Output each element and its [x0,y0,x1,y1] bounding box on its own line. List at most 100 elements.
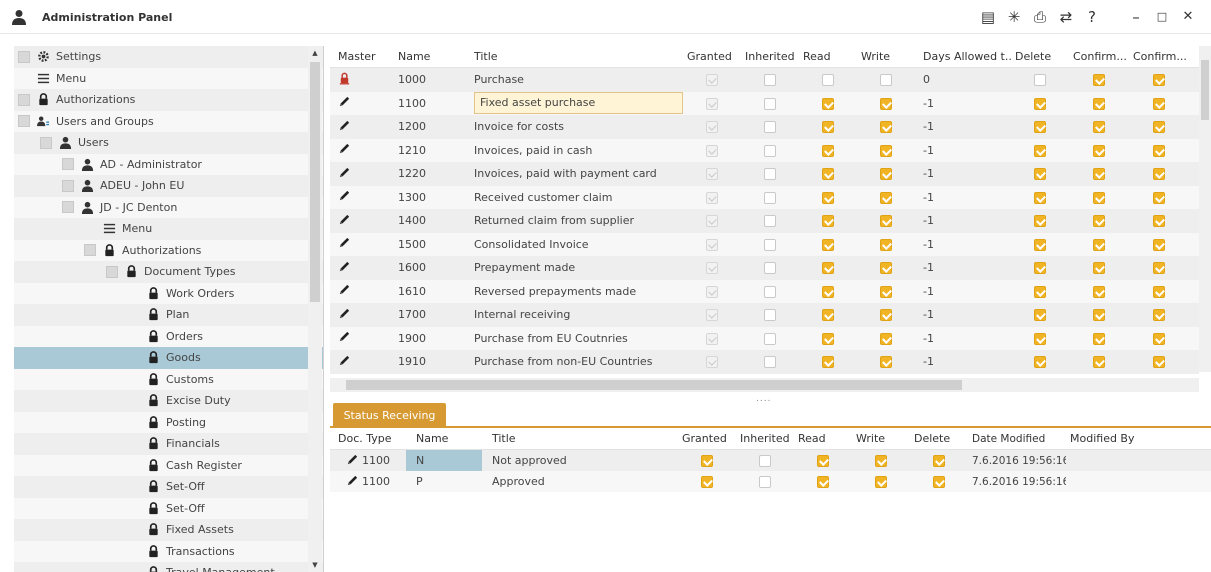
read-checkbox[interactable] [822,121,834,134]
days-allowed-cell[interactable]: -1 [915,167,1011,180]
write-checkbox[interactable] [880,262,892,275]
tree-item-menu[interactable]: Menu [14,67,323,89]
conf1-checkbox[interactable] [1093,97,1105,110]
read-checkbox[interactable] [822,144,834,157]
tree-item-excise-duty[interactable]: Excise Duty [14,390,323,412]
tree-item-plan[interactable]: Plan [14,304,323,326]
tree-item-users[interactable]: Users [14,132,323,154]
title-cell[interactable]: Purchase from EU Coutnries [468,332,683,345]
tree-item-jd-jc-denton[interactable]: JD - JC Denton [14,196,323,218]
tree-expander[interactable] [18,115,30,128]
delete-checkbox[interactable] [1034,97,1046,110]
tree-item-authorizations[interactable]: Authorizations [14,89,323,111]
help-icon[interactable]: ? [1083,8,1101,26]
read-checkbox[interactable] [822,74,834,87]
tree-item-customs[interactable]: Customs [14,368,323,390]
write-checkbox[interactable] [880,332,892,345]
inherited-checkbox[interactable] [764,215,776,228]
title-cell[interactable]: Fixed asset purchase [468,92,683,115]
grid-vscroll-thumb[interactable] [1201,60,1209,120]
write-checkbox[interactable] [875,476,887,488]
write-checkbox[interactable] [880,285,892,298]
conf2-checkbox[interactable] [1153,238,1165,251]
days-allowed-cell[interactable]: -1 [915,261,1011,274]
title-cell[interactable]: Purchase from non-EU Countries [468,355,683,368]
table-row[interactable]: 1100 N Not approved 7.6.2016 19:56:16 [330,450,1211,471]
inherited-checkbox[interactable] [764,144,776,157]
inherited-checkbox[interactable] [764,168,776,181]
inherited-checkbox[interactable] [764,191,776,204]
conf2-checkbox[interactable] [1153,168,1165,181]
column-days-allowed-header[interactable]: Days Allowed t... [915,50,1011,63]
granted-checkbox[interactable] [701,476,713,488]
days-allowed-cell[interactable]: -1 [915,355,1011,368]
column-read-header[interactable]: Read [799,50,857,63]
column-inherited-header[interactable]: Inherited [741,50,799,63]
read-checkbox[interactable] [822,168,834,181]
inherited-checkbox[interactable] [764,356,776,369]
inherited-checkbox[interactable] [764,285,776,298]
table-row[interactable]: 1300 Received customer claim -1 [330,185,1199,209]
delete-checkbox[interactable] [1034,74,1046,87]
grid-vertical-scrollbar[interactable] [1199,46,1211,372]
tree-expander[interactable] [106,265,118,278]
delete-checkbox[interactable] [1034,332,1046,345]
delete-checkbox[interactable] [1034,238,1046,251]
table-row[interactable]: 1100 Fixed asset purchase -1 [330,91,1199,115]
conf2-checkbox[interactable] [1153,97,1165,110]
tree-item-ad-administrator[interactable]: AD - Administrator [14,153,323,175]
tree-expander[interactable] [40,136,52,149]
days-allowed-cell[interactable]: -1 [915,144,1011,157]
magic-icon[interactable]: ✳ [1005,8,1023,26]
title-cell[interactable]: Approved [482,475,678,488]
conf1-checkbox[interactable] [1093,356,1105,369]
days-allowed-cell[interactable]: 0 [915,73,1011,86]
print-icon[interactable]: ⎙ [1031,8,1049,26]
tree-expander[interactable] [62,179,74,192]
close-icon[interactable]: ✕ [1179,8,1197,26]
minimize-icon[interactable]: – [1127,8,1145,26]
tree-item-work-orders[interactable]: Work Orders [14,282,323,304]
read-checkbox[interactable] [822,309,834,322]
swap-icon[interactable]: ⇄ [1057,8,1075,26]
conf2-checkbox[interactable] [1153,121,1165,134]
title-cell[interactable]: Invoice for costs [468,120,683,133]
tree-item-travel-management[interactable]: Travel Management [14,562,323,572]
write-checkbox[interactable] [880,215,892,228]
read-checkbox[interactable] [822,285,834,298]
conf1-checkbox[interactable] [1093,121,1105,134]
inherited-checkbox[interactable] [764,74,776,87]
read-checkbox[interactable] [822,191,834,204]
conf2-checkbox[interactable] [1153,285,1165,298]
column-write-header[interactable]: Write [857,50,915,63]
write-checkbox[interactable] [880,168,892,181]
tree-item-menu[interactable]: Menu [14,218,323,240]
read-checkbox[interactable] [822,332,834,345]
table-row[interactable]: 1600 Prepayment made -1 [330,256,1199,280]
write-checkbox[interactable] [880,309,892,322]
table-row[interactable]: 1210 Invoices, paid in cash -1 [330,138,1199,162]
tree-item-adeu-john-eu[interactable]: ADEU - John EU [14,175,323,197]
conf2-checkbox[interactable] [1153,356,1165,369]
column-delete-header[interactable]: Delete [1011,50,1069,63]
write-checkbox[interactable] [880,191,892,204]
tree-item-set-off[interactable]: Set-Off [14,476,323,498]
tab-status-receiving[interactable]: Status Receiving [333,403,446,427]
days-allowed-cell[interactable]: -1 [915,308,1011,321]
title-cell[interactable]: Prepayment made [468,261,683,274]
conf1-checkbox[interactable] [1093,332,1105,345]
delete-checkbox[interactable] [1034,168,1046,181]
table-row[interactable]: 1500 Consolidated Invoice -1 [330,232,1199,256]
conf1-checkbox[interactable] [1093,168,1105,181]
delete-checkbox[interactable] [933,476,945,488]
tree-item-fixed-assets[interactable]: Fixed Assets [14,519,323,541]
column-confirm-2-header[interactable]: Confirm... [1129,50,1189,63]
tree-expander[interactable] [84,244,96,257]
write-checkbox[interactable] [880,97,892,110]
table-row[interactable]: 1100 P Approved 7.6.2016 19:56:16 [330,471,1211,492]
title-cell[interactable]: Returned claim from supplier [468,214,683,227]
conf2-checkbox[interactable] [1153,74,1165,87]
delete-checkbox[interactable] [933,455,945,467]
tree-item-users-and-groups[interactable]: Users and Groups [14,110,323,132]
column-name-header[interactable]: Name [406,432,482,445]
